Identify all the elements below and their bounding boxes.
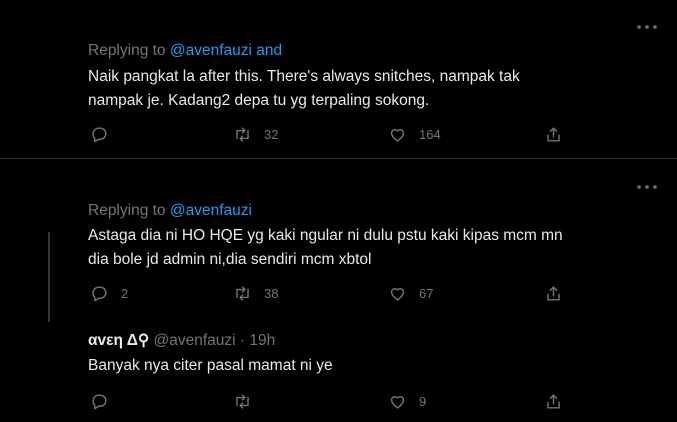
replying-to: Replying to @avenfauzi and <box>88 42 282 60</box>
reply-button[interactable]: 2 <box>90 283 128 303</box>
replying-prefix: Replying to <box>88 42 166 59</box>
retweet-icon <box>236 126 249 142</box>
tweet-2[interactable]: Replying to @avenfauzi Astaga dia ni HO … <box>0 159 677 319</box>
retweet-button[interactable]: 38 <box>233 283 278 303</box>
heart-icon <box>390 395 405 409</box>
retweet-button[interactable]: 32 <box>233 124 278 144</box>
share-icon <box>547 393 560 409</box>
more-icon[interactable] <box>636 22 658 30</box>
reply-count: 2 <box>121 285 129 301</box>
like-count: 164 <box>419 126 441 142</box>
tweet-text-line: Banyak nya citer pasal mamat ni ye <box>88 357 333 374</box>
heart-icon <box>390 128 405 142</box>
share-button[interactable] <box>544 124 563 144</box>
tweet-text-line: Astaga dia ni HO HQE yg kaki ngular ni d… <box>88 227 563 244</box>
share-icon <box>547 285 560 301</box>
author-handle[interactable]: @avenfauzi <box>154 332 236 349</box>
tweet-3[interactable]: αvεη Δ⚲ @avenfauzi · 19h Banyak nya cite… <box>0 322 677 422</box>
like-count: 67 <box>419 285 434 301</box>
tweet-text: Astaga dia ni HO HQE yg kaki ngular ni d… <box>88 224 648 272</box>
timestamp[interactable]: 19h <box>249 332 275 349</box>
tweet-actions: 32 164 <box>88 124 568 144</box>
mention-link[interactable]: @avenfauzi and <box>170 42 282 59</box>
share-button[interactable] <box>544 391 563 411</box>
reply-button[interactable] <box>90 391 121 411</box>
retweet-count: 32 <box>264 126 279 142</box>
share-button[interactable] <box>544 283 563 303</box>
like-button[interactable]: 67 <box>388 283 433 303</box>
retweet-icon <box>236 285 249 301</box>
reply-icon <box>92 285 107 301</box>
share-icon <box>547 126 560 142</box>
heart-icon <box>390 287 405 301</box>
tweet-author[interactable]: αvεη Δ⚲ @avenfauzi · 19h <box>88 331 275 350</box>
like-button[interactable]: 9 <box>388 391 426 411</box>
like-count: 9 <box>419 393 427 409</box>
mention-link[interactable]: @avenfauzi <box>170 202 252 219</box>
reply-button[interactable] <box>90 124 121 144</box>
separator: · <box>239 332 246 349</box>
tweet-actions: 9 <box>88 391 568 411</box>
tweet-text-line: Naik pangkat la after this. There's alwa… <box>88 68 520 85</box>
tweet-text-line: nampak je. Kadang2 depa tu yg terpaling … <box>88 92 430 109</box>
tweet-text-line: dia bole jd admin ni,dia sendiri mcm xbt… <box>88 251 372 268</box>
retweet-icon <box>236 393 249 409</box>
more-icon[interactable] <box>636 182 658 190</box>
retweet-count: 38 <box>264 285 279 301</box>
retweet-button[interactable] <box>233 391 264 411</box>
tweet-text: Naik pangkat la after this. There's alwa… <box>88 65 648 113</box>
tweet-1[interactable]: Replying to @avenfauzi and Naik pangkat … <box>0 0 677 158</box>
reply-icon <box>92 126 107 142</box>
replying-prefix: Replying to <box>88 202 166 219</box>
tweet-actions: 2 38 67 <box>88 283 568 303</box>
replying-to: Replying to @avenfauzi <box>88 202 252 220</box>
author-name[interactable]: αvεη Δ⚲ <box>88 332 149 349</box>
like-button[interactable]: 164 <box>388 124 441 144</box>
thread-connector <box>48 232 50 322</box>
tweet-text: Banyak nya citer pasal mamat ni ye <box>88 354 648 378</box>
reply-icon <box>92 393 107 409</box>
